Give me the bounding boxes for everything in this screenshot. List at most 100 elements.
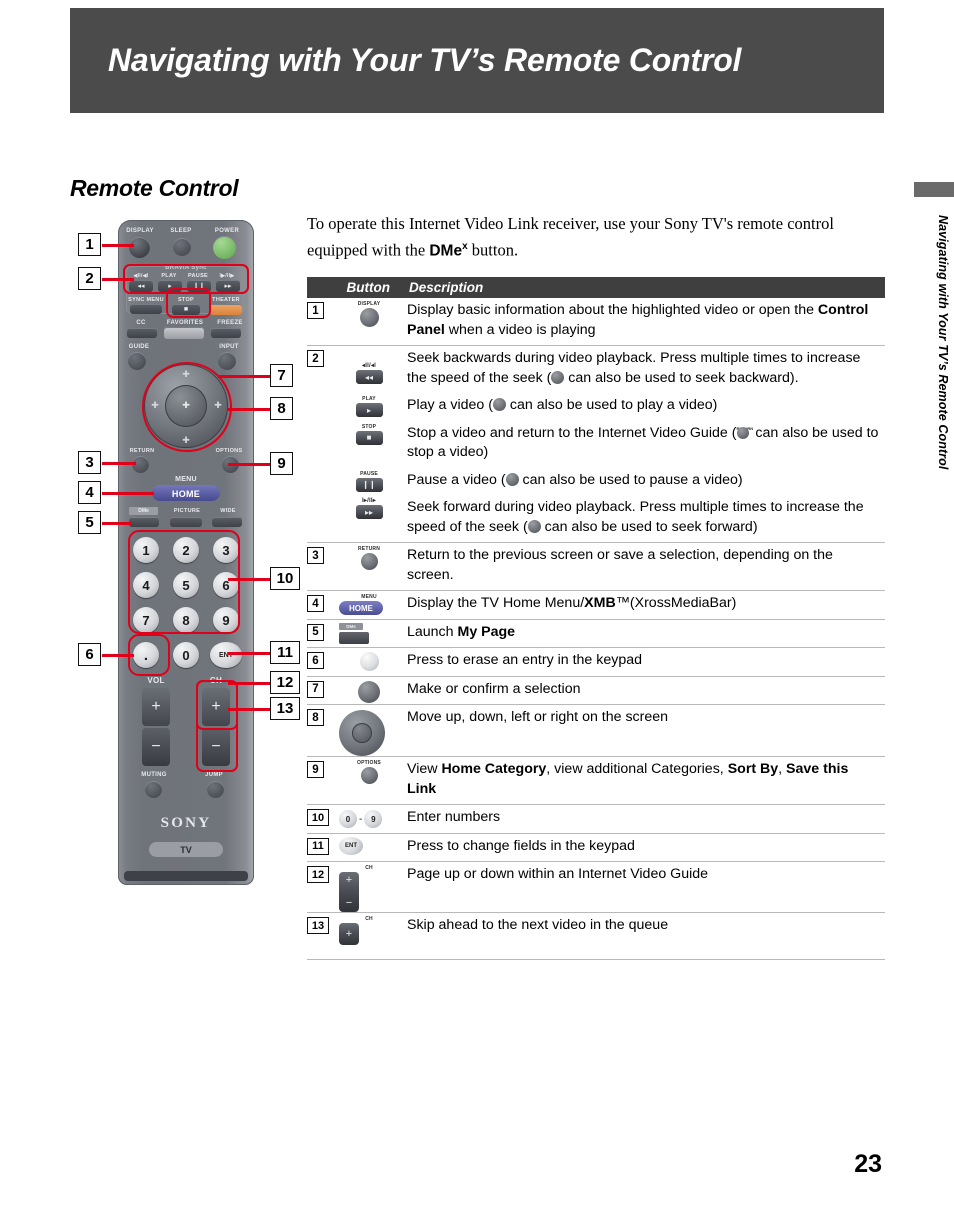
options-button-icon: OPTIONS [339,760,399,784]
right-arrow-key-icon [527,519,541,533]
ent-button-icon: ENT [339,836,399,855]
callout-4: 4 [78,481,101,504]
row-number: 3 [307,547,324,564]
leader-9 [228,463,270,466]
remote-dme-button[interactable] [129,517,159,527]
rewind-button-icon: ◂ll/◂l ◂◂ [339,363,399,384]
remote-guide-button[interactable] [128,352,146,370]
remote-key-0[interactable]: 0 [173,642,199,668]
leader-8 [228,408,270,411]
page-title: Navigating with Your TV’s Remote Control [108,42,742,78]
sony-logo: SONY [160,815,212,831]
remote-cc-button[interactable] [127,328,157,338]
row-description: Play a video ( can also be used to play … [407,397,718,413]
row-description: Seek forward during video playback. Pres… [407,499,864,535]
table-row: 1 DISPLAY Display basic information abou… [307,298,885,346]
remote-key-ent[interactable]: ENT [210,642,242,668]
remote-favorites-button[interactable] [164,327,204,339]
remote-label-picture: PICTURE [173,508,201,514]
remote-label-power: POWER [214,228,240,234]
fast-forward-button-icon: l▸/ll▸ ▸▸ [339,498,399,519]
intro-text-a: To operate this Internet Video Link rece… [307,214,834,260]
table-row: 13 CH + Skip ahead to the next video in … [307,913,885,960]
remote-label-return: RETURN [129,448,155,454]
number-keys-icon: 0 - 9 [339,810,399,828]
row-number: 11 [307,837,329,855]
leader-3 [102,462,136,465]
row-description: Press to change fields in the keypad [407,837,635,854]
row-number: 1 [307,302,324,319]
row-description: Skip ahead to the next video in the queu… [407,917,669,933]
table-row: 5 DMe Launch My Page [307,620,885,648]
remote-sleep-button[interactable] [173,238,191,256]
remote-vol-down-button[interactable]: − [142,728,170,766]
callout-2: 2 [78,267,101,290]
table-row: PLAY ▸ Play a video ( can also be used t… [307,393,885,421]
table-row: 11 ENT Press to change fields in the key… [307,834,885,862]
play-button-icon: PLAY ▸ [339,396,399,417]
remote-sync-menu-button[interactable] [130,304,162,314]
remote-label-wide: WIDE [220,508,236,514]
left-arrow-key-icon [551,370,565,384]
channel-up-button-icon: CH + [339,916,399,945]
remote-label-cc: CC [136,320,146,326]
leader-10 [228,578,270,581]
side-tab-label: Navigating with Your TV’s Remote Control [936,215,950,470]
display-button-icon: DISPLAY [339,301,399,327]
highlight-ch-rocker [196,680,238,772]
intro-paragraph: To operate this Internet Video Link rece… [307,212,887,263]
center-select-key-icon [492,398,506,411]
tv-pill-label: TV [149,842,223,857]
remote-label-jump: JUMP [205,772,223,778]
remote-wide-button[interactable] [212,517,242,527]
row-description: Make or confirm a selection [407,680,581,697]
remote-vol-up-button[interactable]: + [142,688,170,726]
row-description: Seek backwards during video playback. Pr… [407,350,861,386]
dme-button-icon: DMe [339,622,399,644]
dot-erase-button-icon [339,652,399,671]
callout-7: 7 [270,364,293,387]
remote-theater-button[interactable] [210,304,242,315]
remote-home-button-label: HOME [171,489,201,499]
remote-display-button[interactable] [129,237,150,258]
row-description: Display basic information about the high… [407,302,869,338]
row-description: Pause a video ( can also be used to paus… [407,471,743,488]
remote-freeze-button[interactable] [211,328,241,338]
remote-picture-button[interactable] [170,517,202,527]
leader-11 [228,652,270,655]
remote-label-muting: MUTING [141,772,167,778]
page-number: 23 [854,1150,882,1178]
row-description: Display the TV Home Menu/XMB™(XrossMedia… [407,595,737,611]
remote-input-button[interactable] [218,352,236,370]
directional-pad-icon [339,710,399,756]
channel-rocker-icon: CH + − [339,865,399,912]
row-number: 13 [307,917,329,934]
leader-13 [228,708,270,711]
callout-10: 10 [270,567,300,590]
row-description: Page up or down within an Internet Video… [407,866,709,882]
remote-label-vol: VOL [147,676,165,685]
highlight-stop [166,288,211,318]
callout-9: 9 [270,452,293,475]
return-key-icon: RETURN [736,424,753,439]
table-row: 6 Press to erase an entry in the keypad [307,648,885,677]
remote-label-menu: MENU [175,476,197,483]
return-button-icon: RETURN [339,546,399,570]
remote-label-display: DISPLAY [126,228,154,234]
dme-bold: DMe [429,242,463,260]
highlight-keypad [128,530,240,634]
callout-12: 12 [270,671,300,694]
remote-label-sync-menu: SYNC MENU [128,297,164,303]
remote-power-button[interactable] [213,236,236,259]
callout-5: 5 [78,511,101,534]
page-header-band: Navigating with Your TV’s Remote Control [70,8,884,113]
table-row: 10 0 - 9 Enter numbers [307,805,885,834]
center-select-button-icon [339,680,399,703]
remote-muting-button[interactable] [145,781,162,798]
table-row: PAUSE ❙❙ Pause a video ( can also be use… [307,468,885,496]
section-heading: Remote Control [70,175,239,201]
remote-jump-button[interactable] [207,781,224,798]
row-description: Move up, down, left or right on the scre… [407,709,669,725]
remote-control-figure: DISPLAY SLEEP POWER BRAVIA Sync ◀ll/◀l P… [68,220,303,890]
table-header-row: Button Description [307,277,885,298]
